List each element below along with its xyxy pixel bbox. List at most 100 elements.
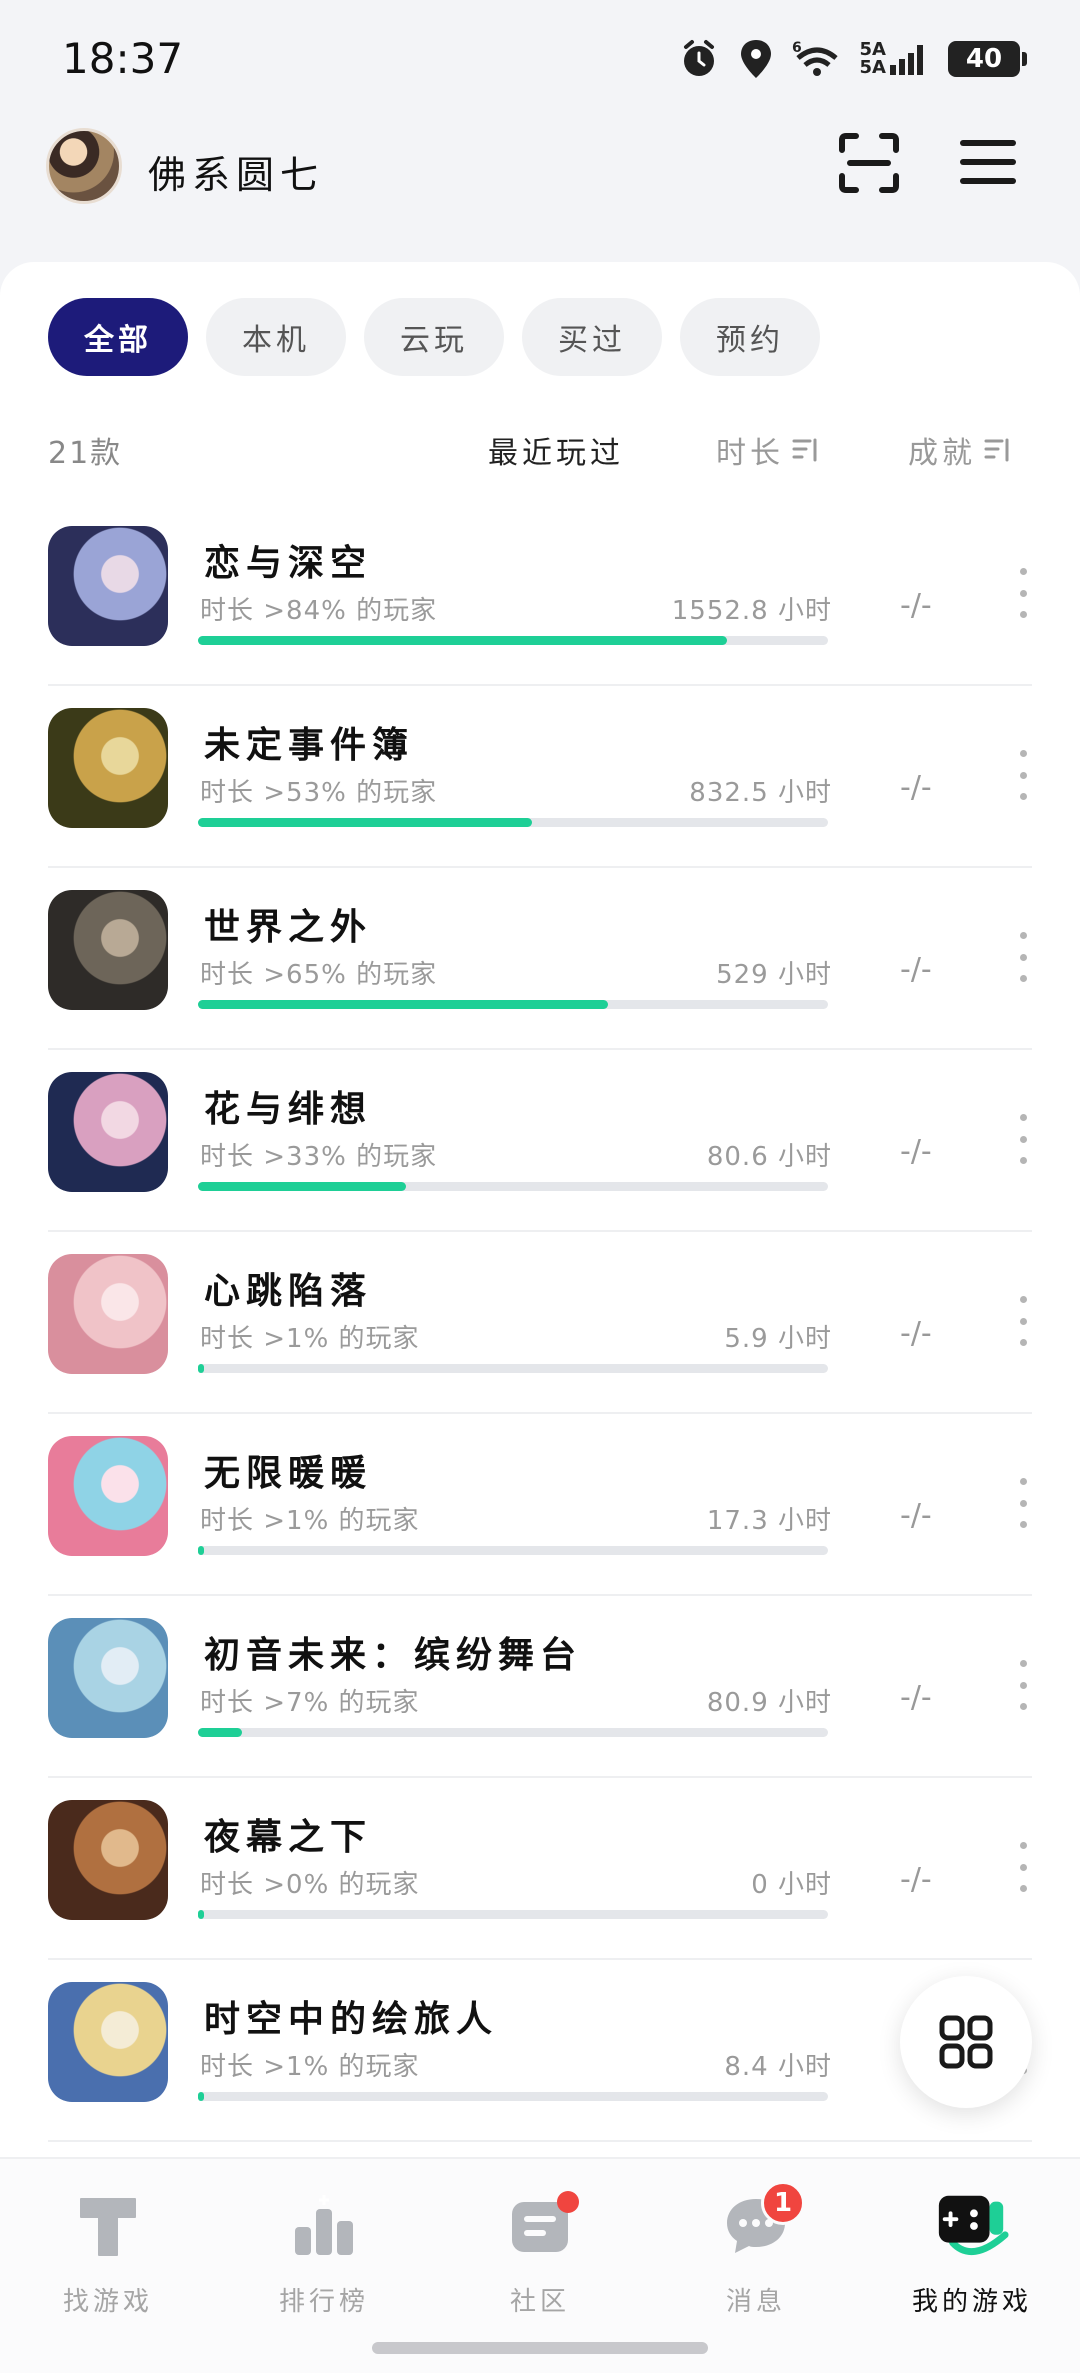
status-time: 18:37	[62, 34, 184, 83]
filter-purchased[interactable]: 买过	[522, 298, 662, 376]
game-name: 初音未来：缤纷舞台	[204, 1635, 583, 1676]
game-name: 花与绯想	[204, 1089, 373, 1130]
game-row[interactable]: 世界之外 时长 >65% 的玩家 529 小时 -/-	[48, 868, 1032, 1050]
game-achievement: -/-	[900, 1680, 932, 1715]
playtime-progress-fill	[198, 1546, 205, 1555]
game-hours: 80.9 小时	[706, 1688, 832, 1718]
game-row[interactable]: 夜幕之下 时长 >0% 的玩家 0 小时 -/-	[48, 1778, 1032, 1960]
nav-my-games[interactable]: 我的游戏	[864, 2187, 1080, 2337]
game-library-card: 全部 本机 云玩 买过 预约 21款 最近玩过 时长 成就 恋与深空 时长 >8…	[0, 262, 1080, 2162]
playtime-progress	[198, 818, 828, 827]
more-options-button[interactable]	[1014, 750, 1032, 800]
more-options-button[interactable]	[1014, 1842, 1032, 1892]
nav-label: 找游戏	[62, 2287, 153, 2317]
game-name: 恋与深空	[204, 543, 373, 584]
profile-header: 佛系圆七	[0, 120, 1080, 358]
game-icon[interactable]	[48, 526, 168, 646]
game-hours: 1552.8 小时	[671, 596, 832, 626]
game-row[interactable]: 初音未来：缤纷舞台 时长 >7% 的玩家 80.9 小时 -/-	[48, 1596, 1032, 1778]
network-label-bottom: 5A	[859, 57, 886, 78]
game-icon[interactable]	[48, 1800, 168, 1920]
game-icon[interactable]	[48, 1072, 168, 1192]
playtime-progress	[198, 1364, 828, 1373]
game-row[interactable]: 无限暖暖 时长 >1% 的玩家 17.3 小时 -/-	[48, 1414, 1032, 1596]
playtime-progress	[198, 1728, 828, 1737]
notification-dot	[557, 2191, 579, 2213]
game-icon[interactable]	[48, 1982, 168, 2102]
game-count: 21款	[48, 436, 123, 471]
sort-duration-button[interactable]: 时长	[716, 428, 820, 472]
filter-local[interactable]: 本机	[206, 298, 346, 376]
playtime-progress-fill	[198, 1182, 406, 1191]
game-icon[interactable]	[48, 708, 168, 828]
game-row[interactable]: 时空中的绘旅人 时长 >1% 的玩家 8.4 小时	[48, 1960, 1032, 2142]
playtime-progress	[198, 1000, 828, 1009]
sort-icon	[984, 438, 1009, 462]
playtime-progress	[198, 1910, 828, 1919]
playtime-progress-fill	[198, 1364, 205, 1373]
sort-achievement-label: 成就	[908, 436, 976, 471]
game-list: 恋与深空 时长 >84% 的玩家 1552.8 小时 -/- 未定事件簿 时长 …	[48, 504, 1032, 2142]
status-icons: 6 5A 5A 40	[678, 34, 1027, 84]
playtime-progress-fill	[198, 1000, 608, 1009]
game-row[interactable]: 心跳陷落 时长 >1% 的玩家 5.9 小时 -/-	[48, 1232, 1032, 1414]
playtime-progress-fill	[198, 818, 532, 827]
nav-leaderboard[interactable]: 排行榜	[216, 2187, 432, 2337]
game-hours: 832.5 小时	[689, 778, 832, 808]
game-hours: 5.9 小时	[724, 1324, 832, 1354]
game-hours: 80.6 小时	[706, 1142, 832, 1172]
nav-label: 社区	[509, 2287, 570, 2317]
more-options-button[interactable]	[1014, 932, 1032, 982]
more-options-button[interactable]	[1014, 1296, 1032, 1346]
find-game-icon	[69, 2187, 147, 2265]
game-stat: 时长 >0% 的玩家	[200, 1870, 420, 1900]
game-row[interactable]: 未定事件簿 时长 >53% 的玩家 832.5 小时 -/-	[48, 686, 1032, 868]
game-icon[interactable]	[48, 1618, 168, 1738]
bottom-nav: 找游戏 排行榜 社区 1 消息 我的游戏	[0, 2157, 1080, 2373]
playtime-progress	[198, 1182, 828, 1191]
status-bar: 18:37 6 5A 5A 40	[0, 0, 1080, 120]
playtime-progress	[198, 636, 828, 645]
avatar[interactable]	[46, 128, 122, 204]
game-stat: 时长 >1% 的玩家	[200, 1506, 420, 1536]
game-row[interactable]: 花与绯想 时长 >33% 的玩家 80.6 小时 -/-	[48, 1050, 1032, 1232]
scan-button[interactable]	[836, 130, 902, 196]
scan-icon	[839, 133, 899, 193]
nav-find-game[interactable]: 找游戏	[0, 2187, 216, 2337]
game-achievement: -/-	[900, 1498, 932, 1533]
grid-view-button[interactable]	[900, 1976, 1032, 2108]
more-options-button[interactable]	[1014, 1478, 1032, 1528]
menu-button[interactable]	[958, 136, 1018, 188]
game-name: 夜幕之下	[204, 1817, 373, 1858]
home-indicator[interactable]	[372, 2342, 708, 2354]
filter-all[interactable]: 全部	[48, 298, 188, 376]
game-achievement: -/-	[900, 1316, 932, 1351]
nav-community[interactable]: 社区	[432, 2187, 648, 2337]
game-row[interactable]: 恋与深空 时长 >84% 的玩家 1552.8 小时 -/-	[48, 504, 1032, 686]
username[interactable]: 佛系圆七	[148, 144, 324, 199]
game-hours: 17.3 小时	[706, 1506, 832, 1536]
game-icon[interactable]	[48, 890, 168, 1010]
wifi-icon: 6	[792, 38, 842, 80]
sort-achievement-button[interactable]: 成就	[908, 428, 1012, 472]
playtime-progress	[198, 2092, 828, 2101]
battery-indicator: 40	[948, 41, 1027, 77]
filter-cloud[interactable]: 云玩	[364, 298, 504, 376]
game-achievement: -/-	[900, 770, 932, 805]
filter-reserved[interactable]: 预约	[680, 298, 820, 376]
more-options-button[interactable]	[1014, 1660, 1032, 1710]
nav-messages[interactable]: 1 消息	[648, 2181, 864, 2337]
game-icon[interactable]	[48, 1436, 168, 1556]
sort-recent-button[interactable]: 最近玩过	[488, 428, 624, 472]
sort-icon	[792, 438, 817, 462]
game-achievement: -/-	[900, 952, 932, 987]
game-name: 未定事件簿	[204, 725, 415, 766]
nav-label: 排行榜	[278, 2287, 369, 2317]
more-options-button[interactable]	[1014, 1114, 1032, 1164]
game-stat: 时长 >7% 的玩家	[200, 1688, 420, 1718]
more-options-button[interactable]	[1014, 568, 1032, 618]
game-stat: 时长 >33% 的玩家	[200, 1142, 438, 1172]
game-icon[interactable]	[48, 1254, 168, 1374]
game-name: 世界之外	[204, 907, 373, 948]
game-stat: 时长 >53% 的玩家	[200, 778, 438, 808]
